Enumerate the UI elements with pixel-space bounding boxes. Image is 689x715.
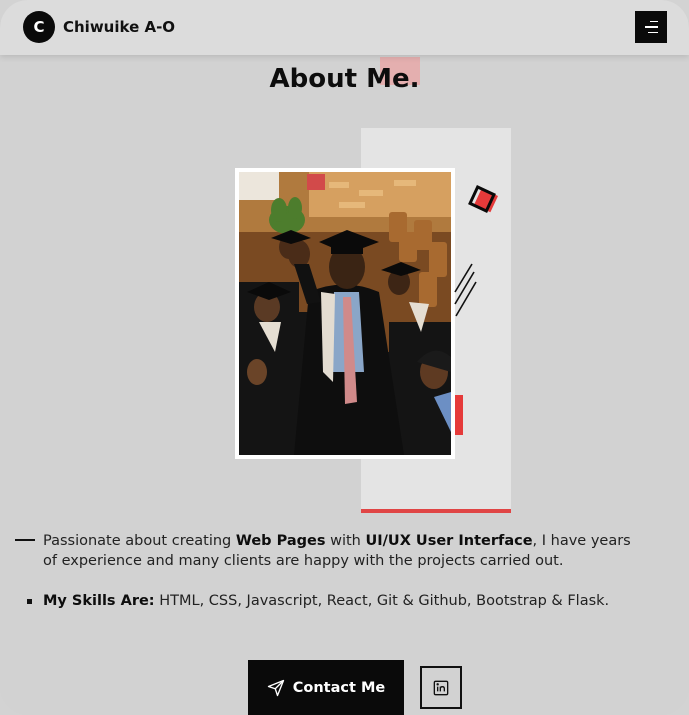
contact-me-label: Contact Me (292, 679, 386, 696)
intro-dash (15, 539, 35, 541)
skills-bullet (27, 599, 32, 604)
contact-me-button[interactable]: Contact Me (248, 660, 404, 715)
logo-avatar[interactable]: C (23, 11, 55, 43)
profile-photo (235, 168, 455, 459)
logo-letter: C (33, 18, 45, 36)
header: C Chiwuike A-O (0, 0, 689, 55)
page-frame: C Chiwuike A-O About Me. Passionate abou… (0, 0, 689, 715)
graduation-photo (239, 172, 451, 455)
red-bar-decoration (455, 395, 463, 435)
slash-lines-decoration-icon (454, 263, 477, 317)
page-title: About Me. (269, 64, 420, 94)
about-description: Passionate about creating Web Pages with… (43, 533, 631, 569)
brand-name[interactable]: Chiwuike A-O (63, 18, 175, 36)
diamond-decoration-icon (468, 185, 498, 213)
send-icon (267, 679, 284, 696)
linkedin-button[interactable] (420, 666, 462, 709)
skills-list: My Skills Are: HTML, CSS, Javascript, Re… (43, 593, 610, 609)
hamburger-menu-icon[interactable] (635, 11, 667, 43)
linkedin-icon (433, 680, 449, 695)
